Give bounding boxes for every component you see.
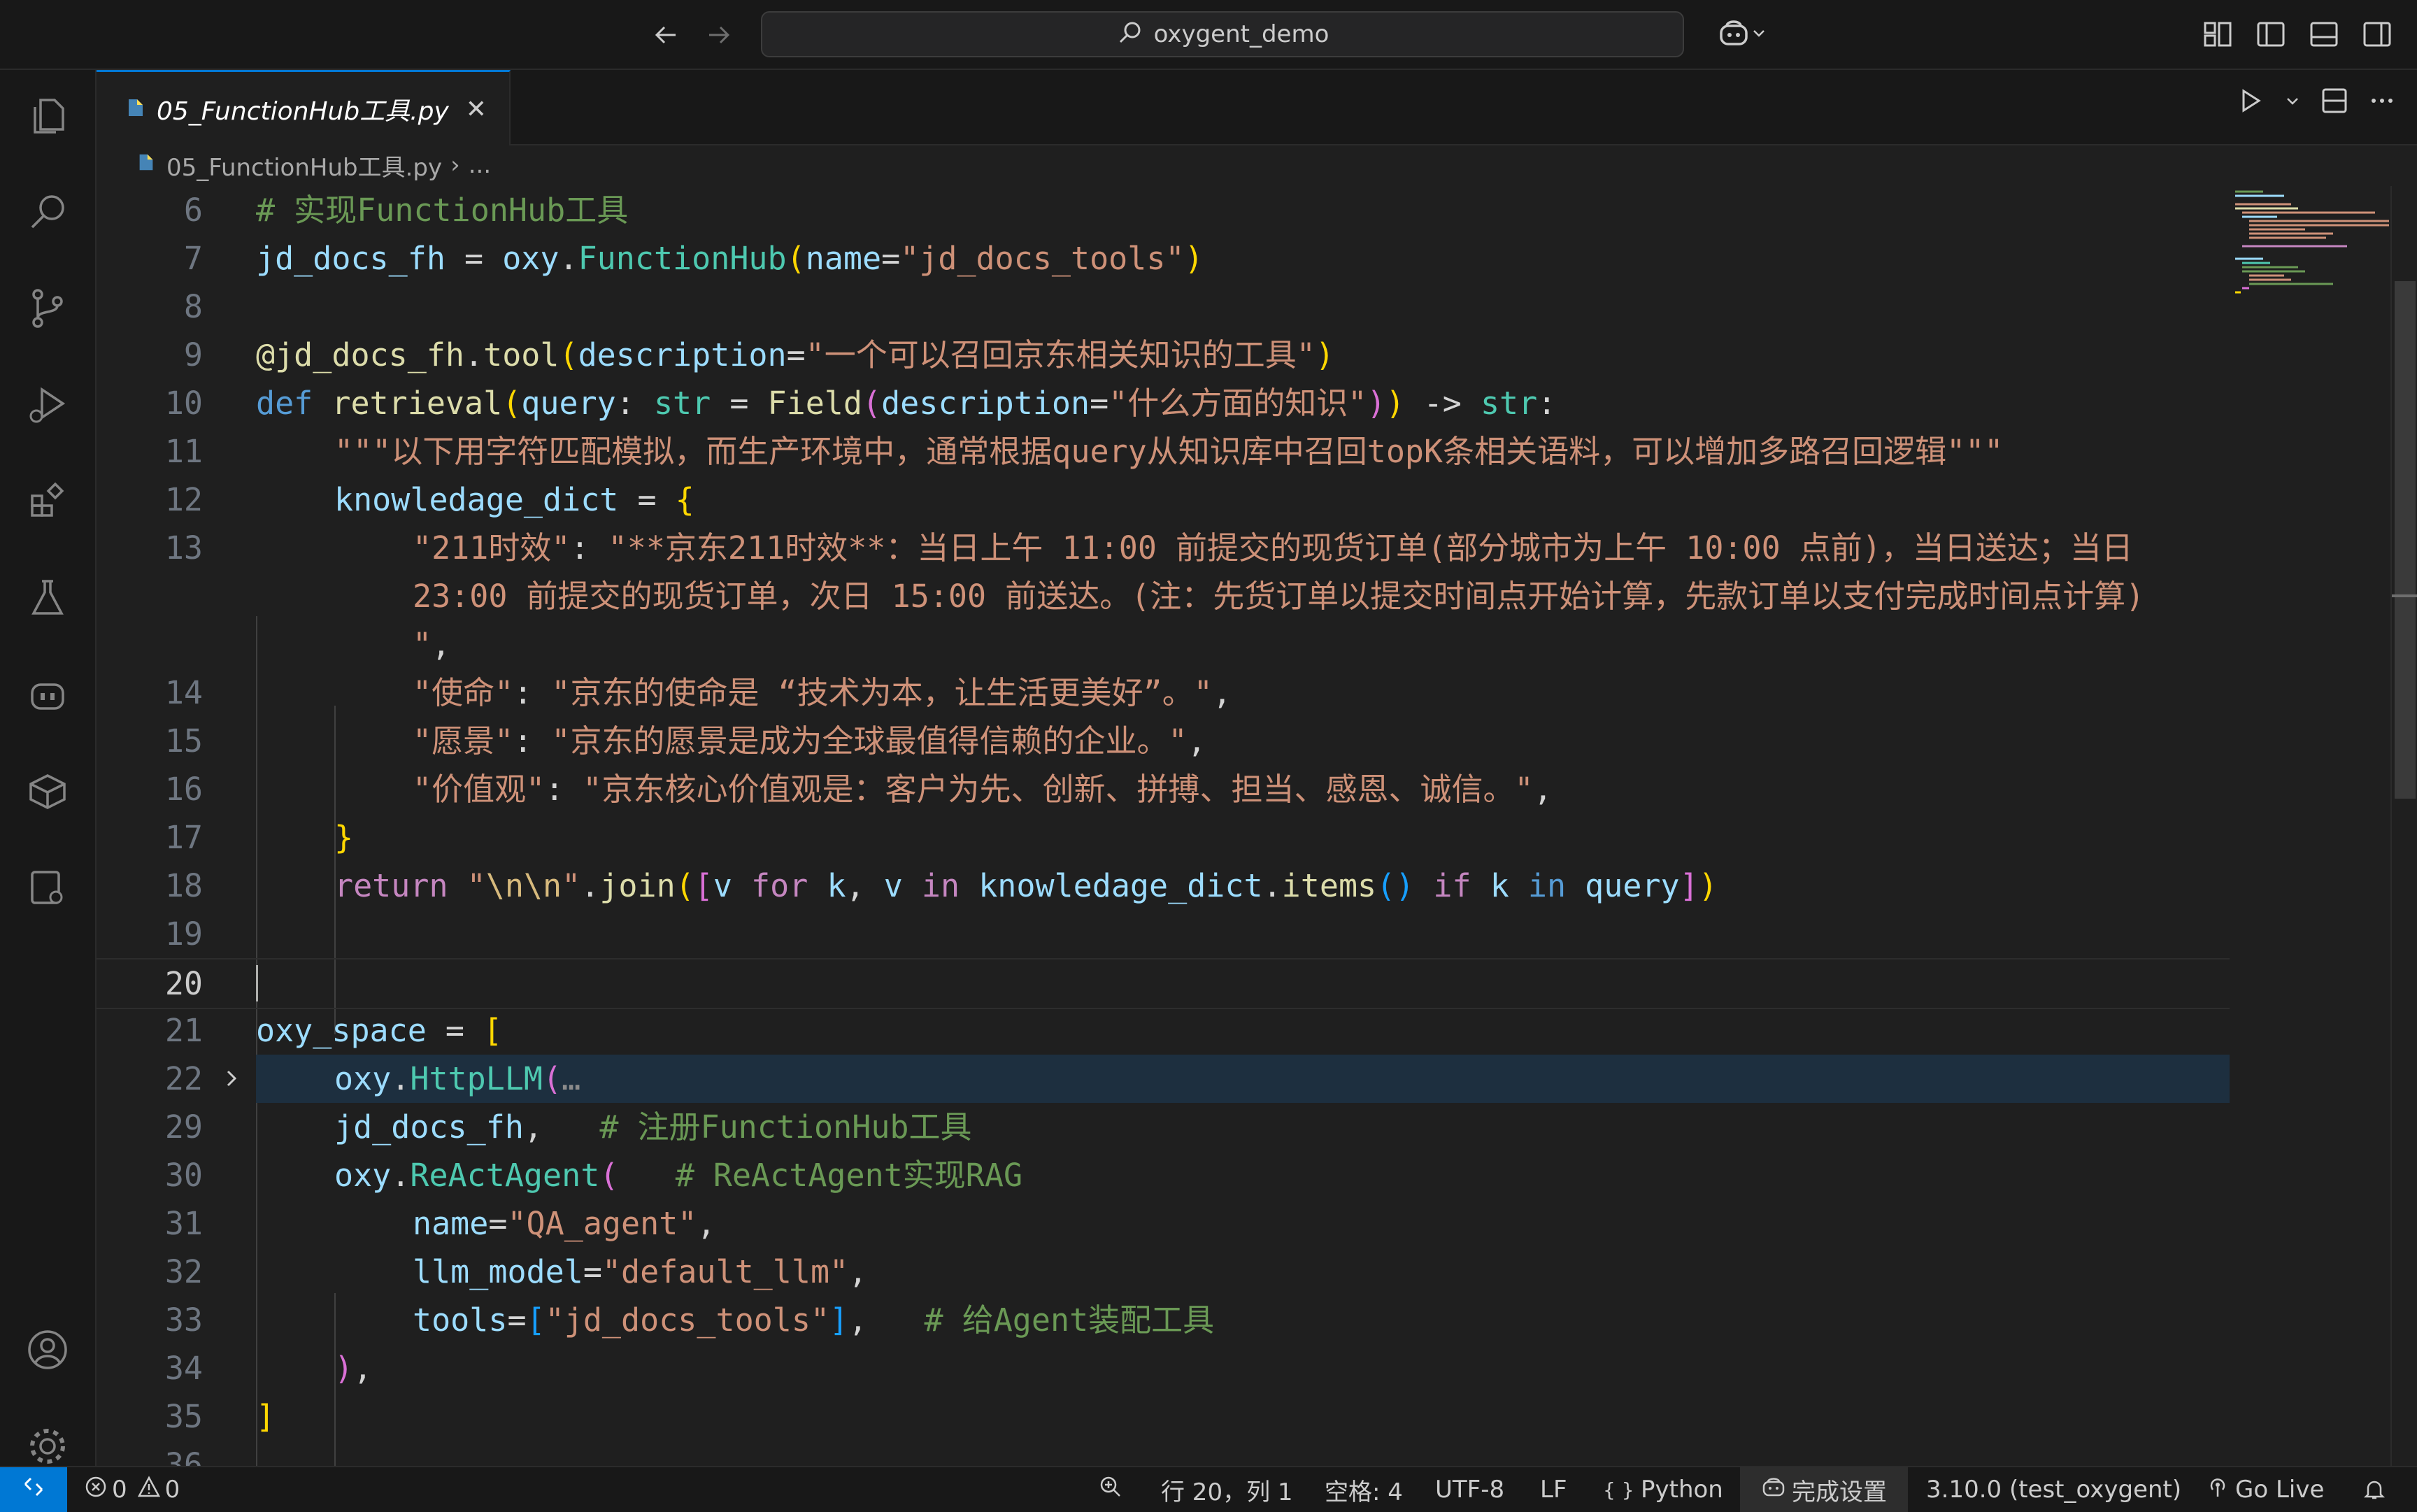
language-mode[interactable]: Python — [1641, 1467, 1723, 1512]
warning-count: 0 — [164, 1476, 180, 1504]
python-file-icon — [136, 151, 157, 179]
zoom-icon — [1098, 1474, 1123, 1506]
go-live-label: Go Live — [2235, 1476, 2325, 1504]
problems-indicator[interactable]: 0 0 — [84, 1467, 180, 1512]
containers-icon[interactable] — [0, 749, 95, 833]
forward-arrow-icon[interactable] — [698, 15, 740, 55]
command-center-search[interactable]: oxygent_demo — [761, 11, 1684, 57]
code-line: 11 """以下用字符匹配模拟，而生产环境中，通常根据query从知识库中召回to… — [164, 433, 2004, 470]
status-bar: 0 0 行 20，列 1 空格: 4 UTF-8 LF { } Python 完… — [0, 1466, 2417, 1512]
code-line: 36 — [164, 1446, 203, 1466]
scrollbar-cursor-marker — [2392, 594, 2417, 597]
code-line: 22 oxy.HttpLLM(… — [97, 1055, 2230, 1103]
search-icon[interactable] — [0, 170, 95, 254]
code-line: 8 — [183, 288, 203, 325]
copilot-menu[interactable] — [1704, 14, 1781, 55]
scrollbar-thumb[interactable] — [2395, 281, 2416, 799]
more-actions-icon[interactable] — [2368, 87, 2396, 117]
remote-icon — [21, 1474, 46, 1506]
breadcrumb-file[interactable]: 05_FunctionHub工具.py — [166, 148, 442, 183]
chevron-down-icon[interactable] — [2284, 92, 2301, 112]
copilot-status[interactable]: 完成设置 — [1740, 1467, 1908, 1512]
code-editor[interactable]: 6 # 实现FunctionHub工具 7 jd_docs_fh = oxy.Fun… — [97, 186, 2230, 1466]
warning-icon — [137, 1475, 161, 1505]
toggle-secondary-sidebar-icon[interactable] — [2358, 14, 2396, 55]
notifications-bell-icon[interactable] — [2357, 1467, 2392, 1512]
cursor-position[interactable]: 行 20，列 1 — [1161, 1467, 1293, 1512]
split-editor-icon[interactable] — [2320, 87, 2348, 117]
search-label: oxygent_demo — [1153, 20, 1329, 48]
testing-flask-icon[interactable] — [0, 556, 95, 640]
source-control-icon[interactable] — [0, 266, 95, 350]
code-line: 18 return "\n\n".join([v for k, v in know… — [164, 867, 1718, 904]
python-interpreter[interactable]: 3.10.0 (test_oxygent) — [1926, 1467, 2181, 1512]
code-line: 12 knowledage_dict = { — [164, 481, 694, 518]
tab-label: 05_FunctionHub工具.py — [157, 97, 449, 126]
close-icon[interactable]: ✕ — [466, 95, 487, 124]
breadcrumb-separator: › — [450, 151, 460, 179]
code-line: 16 "价值观": "京东核心价值观是：客户为先、创新、拼搏、担当、感恩、诚信。"… — [164, 771, 1553, 808]
explorer-icon[interactable] — [0, 73, 95, 157]
breadcrumb-more[interactable]: ... — [469, 151, 491, 179]
code-line: 35] — [164, 1398, 276, 1435]
copilot-chat-icon[interactable] — [0, 652, 95, 736]
copilot-icon — [1717, 17, 1751, 51]
activity-bar — [0, 70, 97, 1466]
code-line: 31 name="QA_agent", — [164, 1205, 716, 1242]
breadcrumb: 05_FunctionHub工具.py › ... — [97, 145, 2417, 185]
run-icon[interactable] — [2237, 87, 2265, 117]
toggle-panel-icon[interactable] — [2305, 14, 2343, 55]
remote-explorer-icon[interactable] — [0, 846, 95, 929]
editor-tab-bar: 05_FunctionHub工具.py ✕ — [97, 70, 2417, 146]
encoding-setting[interactable]: UTF-8 — [1435, 1467, 1504, 1512]
minimap-preview — [2235, 190, 2389, 294]
current-line: 20 — [97, 958, 2230, 1009]
code-line: 9 @jd_docs_fh.tool(description="一个可以召回京东相… — [183, 336, 1334, 373]
code-line: 30 oxy.ReActAgent( # ReActAgent实现RAG — [164, 1157, 1023, 1194]
code-line: 29 jd_docs_fh, # 注册FunctionHub工具 — [164, 1108, 972, 1146]
copilot-icon — [1761, 1476, 1786, 1504]
zoom-indicator[interactable] — [1077, 1467, 1144, 1512]
broadcast-icon — [2206, 1475, 2230, 1505]
chevron-down-icon — [1751, 24, 1767, 44]
code-line: 17} — [164, 819, 354, 856]
error-count: 0 — [112, 1476, 127, 1504]
toggle-primary-sidebar-icon[interactable] — [2252, 14, 2290, 55]
customize-layout-icon[interactable] — [2199, 14, 2237, 55]
code-line-wrap: 23:00 前提交的现货订单，次日 15:00 前送达。(注：先货订单以提交时间… — [413, 578, 2145, 615]
account-icon[interactable] — [0, 1308, 95, 1392]
code-line: 6 # 实现FunctionHub工具 — [183, 192, 629, 229]
copilot-status-label: 完成设置 — [1792, 1478, 1887, 1506]
code-line: 34), — [164, 1350, 373, 1387]
minimap[interactable] — [2230, 186, 2390, 1466]
vertical-scrollbar[interactable] — [2390, 186, 2417, 1466]
back-arrow-icon[interactable] — [645, 15, 687, 55]
indentation-setting[interactable]: 空格: 4 — [1325, 1467, 1403, 1512]
remote-indicator[interactable] — [0, 1467, 67, 1512]
eol-setting[interactable]: LF — [1540, 1467, 1567, 1512]
code-line: 10 def retrieval(query: str = Field(descr… — [164, 385, 1557, 422]
python-file-icon — [124, 97, 147, 122]
code-line: 21 oxy_space = [ — [164, 1012, 503, 1049]
extensions-icon[interactable] — [0, 459, 95, 543]
code-line-wrap: ", — [413, 626, 451, 663]
tab-functionhub-py[interactable]: 05_FunctionHub工具.py ✕ — [97, 70, 511, 146]
code-line: 15 "愿景": "京东的愿景是成为全球最值得信赖的企业。", — [164, 722, 1206, 759]
text-cursor — [256, 965, 258, 1001]
code-line: 33 tools=["jd_docs_tools"], # 给Agent装配工具 — [164, 1301, 1215, 1339]
code-line: 19 — [164, 915, 203, 953]
code-line: 7 jd_docs_fh = oxy.FunctionHub(name="jd_d… — [183, 240, 1204, 277]
run-debug-icon[interactable] — [0, 363, 95, 447]
fold-ellipsis[interactable]: … — [562, 1060, 580, 1097]
language-braces: { } — [1603, 1478, 1634, 1502]
search-icon — [1116, 19, 1144, 50]
title-bar: oxygent_demo — [0, 0, 2417, 70]
go-live-button[interactable]: Go Live — [2206, 1467, 2324, 1512]
error-icon — [84, 1475, 108, 1505]
code-line: 14 "使命": "京东的使命是 “技术为本，让生活更美好”。", — [164, 674, 1232, 711]
code-line: 32 llm_model="default_llm", — [164, 1253, 868, 1290]
code-line: 13 "211时效": "**京东211时效**：当日上午 11:00 前提交的现… — [164, 529, 2133, 566]
